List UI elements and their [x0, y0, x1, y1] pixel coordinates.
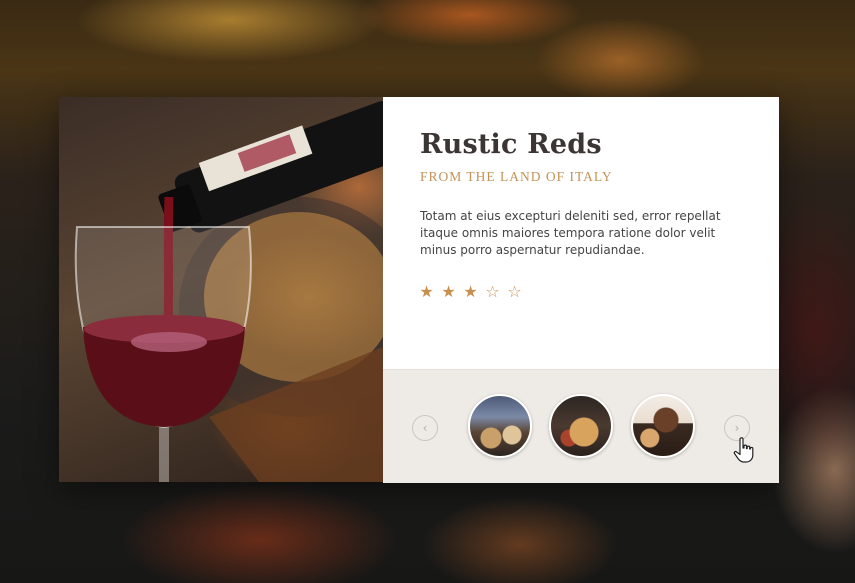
star-empty-icon[interactable]: ☆ — [506, 283, 523, 301]
product-card: Rustic Reds FROM THE LAND OF ITALY Totam… — [59, 97, 779, 483]
carousel-prev-button[interactable]: ‹ — [412, 415, 438, 441]
coffee-cup-thumbnail[interactable] — [631, 394, 695, 458]
card-subtitle: FROM THE LAND OF ITALY — [420, 169, 613, 184]
star-rating[interactable]: ★ ★ ★ ☆ ☆ — [418, 283, 523, 301]
star-filled-icon[interactable]: ★ — [418, 283, 435, 301]
pasta-dish-thumbnail[interactable] — [549, 394, 613, 458]
hand-pointer-cursor-icon — [733, 437, 754, 463]
wine-pour-icon — [74, 101, 383, 482]
thumbnail-carousel: ‹ › — [383, 369, 779, 483]
card-content: Rustic Reds FROM THE LAND OF ITALY Totam… — [383, 97, 779, 369]
star-filled-icon[interactable]: ★ — [440, 283, 457, 301]
card-description: Totam at eius excepturi deleniti sed, er… — [420, 209, 721, 257]
star-filled-icon[interactable]: ★ — [462, 283, 479, 301]
food-plates-thumbnail[interactable] — [468, 394, 532, 458]
star-empty-icon[interactable]: ☆ — [484, 283, 501, 301]
card-title: Rustic Reds — [420, 129, 602, 160]
wine-pour-image — [59, 97, 383, 482]
